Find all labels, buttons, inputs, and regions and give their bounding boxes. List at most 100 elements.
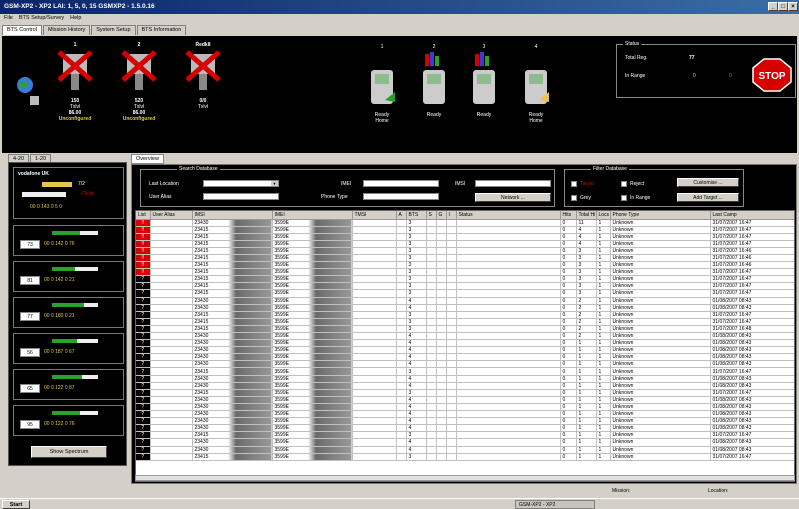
cell-level-bar [52,231,80,235]
show-spectrum-button[interactable]: Show Spectrum [31,446,107,458]
table-row[interactable]: ? 23430 3599E 4 0 1 1 Unknown 01/08/2007 08:43 [136,410,794,419]
table-cell: 3599E [272,304,353,312]
table-row[interactable]: ? 23415 3599E 3 0 2 1 Unknown 31/07/2007 16:47 [136,311,794,319]
table-row[interactable]: ? 23430 3599E 4 0 1 1 Unknown 01/08/2007 08:43 [136,339,794,348]
table-row[interactable]: ? 23430 3599E 4 0 1 1 Unknown 01/08/2007 08:43 [136,353,794,362]
table-cell: 1 [576,446,597,454]
table-row[interactable]: ? 23430 3599E 4 0 1 1 Unknown 01/08/2007 08:43 [136,375,794,383]
column-header[interactable]: BTS [406,211,427,220]
imei-input[interactable] [363,180,439,187]
table-row[interactable]: !! 23415 3599E 3 0 4 1 Unknown 31/07/2007 16:47 [136,233,794,241]
cell-monitor[interactable]: 77 00 0 180 0 21 [13,297,124,328]
imsi-input[interactable] [475,180,551,187]
table-row[interactable]: ? 23415 3599E 3 0 2 1 Unknown 31/07/2007 16:48 [136,325,794,334]
table-row[interactable]: ? 23415 3599E 3 0 2 1 Unknown 31/07/2007 16:47 [136,318,794,326]
column-header[interactable]: S [426,211,437,220]
reject-checkbox[interactable] [621,181,627,187]
bts-unit-3[interactable]: Redk8 0/0 Txlvl [180,42,226,110]
table-row[interactable]: ? 23430 3599E 4 0 1 1 Unknown 01/08/2007 08:43 [136,382,794,390]
table-cell: 1 [596,375,611,383]
column-header[interactable]: Phone Type [610,211,711,220]
menu-file[interactable]: File [4,15,13,23]
table-row[interactable]: !! 23415 3599E 3 0 3 1 Unknown 31/07/2007 16:47 [136,268,794,277]
column-header[interactable]: User Alias [150,211,193,220]
network-button[interactable]: Network ... [475,193,551,202]
table-row[interactable]: ? 23430 3599E 4 0 2 1 Unknown 01/08/2007 08:43 [136,332,794,341]
table-row[interactable]: ? 23415 3599E 3 0 1 1 Unknown 31/07/2007 16:47 [136,389,794,397]
menu-bts-setup[interactable]: BTS Setup/Survey [19,15,64,23]
column-header[interactable]: IMEI [272,211,353,220]
mobile-unit-2[interactable]: 2 Ready [412,44,456,118]
mobile-unit-1[interactable]: 1 Ready Home [360,44,404,124]
close-button[interactable]: × [788,2,798,11]
table-row[interactable]: !! 23430 3599E 3 0 11 1 Unknown 31/07/2007 16:47 [136,219,794,227]
table-row[interactable]: ? 23415 3599E 3 0 3 1 Unknown 31/07/2007 16:47 [136,282,794,291]
table-row[interactable]: ? 23415 3599E 3 0 1 1 Unknown 31/07/2007 16:47 [136,431,794,440]
tab-system-setup[interactable]: System Setup [91,25,136,35]
horizontal-scrollbar[interactable] [135,475,795,481]
cell-monitor[interactable]: 81 00 0 142 0 21 [13,261,124,292]
table-row[interactable]: !! 23415 3599E 3 0 3 1 Unknown 31/07/2007 16:46 [136,254,794,263]
tab-overview[interactable]: Overview [131,154,164,164]
table-cell [436,233,447,241]
table-cell: ? [136,297,151,305]
cell-monitor[interactable]: 95 00 0 122 0 76 [13,405,124,436]
table-row[interactable]: ? 23430 3599E 4 0 1 1 Unknown 01/08/2007 08:43 [136,396,794,404]
column-header[interactable]: Last Camp [710,211,794,220]
target-checkbox[interactable] [571,181,577,187]
column-header[interactable]: Status [456,211,561,220]
column-header[interactable]: G [436,211,447,220]
taskbar-item[interactable]: GSM-XP2 - XP2 [515,500,595,509]
phone-type-input[interactable] [363,193,439,200]
table-row[interactable]: ? 23415 3599E 3 0 3 1 Unknown 31/07/2007 16:47 [136,275,794,284]
table-row[interactable]: ? 23415 3599E 3 0 1 1 Unknown 31/07/2007 16:47 [136,367,794,376]
table-row[interactable]: ? 23430 3599E 4 0 1 1 Unknown 01/08/2007 08:43 [136,424,794,433]
add-target-button[interactable]: Add Target ... [677,193,739,202]
column-header[interactable]: I [446,211,457,220]
table-row[interactable]: ? 23415 3599E 3 0 3 1 Unknown 31/07/2007 16:47 [136,289,794,298]
table-row[interactable]: !! 23415 3599E 3 0 3 1 Unknown 31/07/2007 16:46 [136,247,794,255]
cell-monitor[interactable]: 56 00 0 187 0 67 [13,333,124,364]
column-header[interactable]: A [396,211,407,220]
tab-bts-control[interactable]: BTS Control [2,25,42,35]
tab-bts-information[interactable]: BTS Information [136,25,187,35]
table-row[interactable]: ? 23430 3599E 4 0 2 1 Unknown 01/08/2007 08:43 [136,297,794,305]
customise-button[interactable]: Customise ... [677,178,739,187]
last-location-select[interactable]: ▼ [203,180,279,187]
table-cell: 1 [596,254,611,263]
table-row[interactable]: !! 23415 3599E 3 0 3 1 Unknown 31/07/2007 16:46 [136,261,794,270]
column-header[interactable]: Total Hi [576,211,597,220]
column-header[interactable]: List [136,211,151,220]
menu-help[interactable]: Help [70,15,81,23]
bts-unit-2[interactable]: 2 520 Txlvl 86.00 Unconfigured [116,42,162,122]
table-row[interactable]: ? 23430 3599E 4 0 1 1 Unknown 01/08/2007 08:43 [136,417,794,426]
table-row[interactable]: ? 23430 3599E 4 0 2 1 Unknown 01/08/2007 08:43 [136,304,794,312]
column-header[interactable]: Locs [596,211,611,220]
minimize-button[interactable]: _ [768,2,778,11]
table-row[interactable]: ? 23430 3599E 4 0 1 1 Unknown 01/08/2007 08:43 [136,438,794,447]
bts-unit-1[interactable]: 1 150 Txlvl 86.00 Unconfigured [52,42,98,122]
column-header[interactable]: TMSI [352,211,397,220]
column-header[interactable]: IMSI [192,211,273,220]
table-cell: 01/08/2007 08:43 [710,424,794,433]
maximize-button[interactable]: □ [778,2,788,11]
table-row[interactable]: !! 23415 3599E 3 0 4 1 Unknown 31/07/2007 16:47 [136,226,794,234]
table-cell: Unknown [610,261,711,270]
in-range-checkbox[interactable] [621,195,627,201]
table-row[interactable]: ? 23430 3599E 4 0 1 1 Unknown 01/08/2007 08:43 [136,346,794,355]
mobile-unit-3[interactable]: 3 Ready [462,44,506,118]
start-button[interactable]: Start [2,500,30,509]
table-row[interactable]: ? 23430 3599E 4 0 1 1 Unknown 01/08/2007 08:43 [136,403,794,412]
user-alias-input[interactable] [203,193,279,200]
grey-checkbox[interactable] [571,195,577,201]
table-row[interactable]: ? 23430 3599E 4 0 1 1 Unknown 01/08/2007 08:43 [136,446,794,454]
column-header[interactable]: Hits [560,211,577,220]
table-row[interactable]: ? 23430 3599E 4 0 1 1 Unknown 01/08/2007 08:43 [136,360,794,369]
mobile-unit-4[interactable]: 4 Ready Home [514,44,558,124]
cell-monitor[interactable]: 73 00 0 142 0 76 [13,225,124,256]
table-row[interactable]: ? 23415 3599E 3 0 1 1 Unknown 31/07/2007 16:47 [136,453,794,461]
stop-icon[interactable]: STOP [752,58,792,92]
table-row[interactable]: !! 23415 3599E 3 0 4 1 Unknown 31/07/2007 16:47 [136,240,794,248]
tab-mission-history[interactable]: Mission History [42,25,91,35]
cell-monitor[interactable]: 65 00 0 122 0 87 [13,369,124,400]
